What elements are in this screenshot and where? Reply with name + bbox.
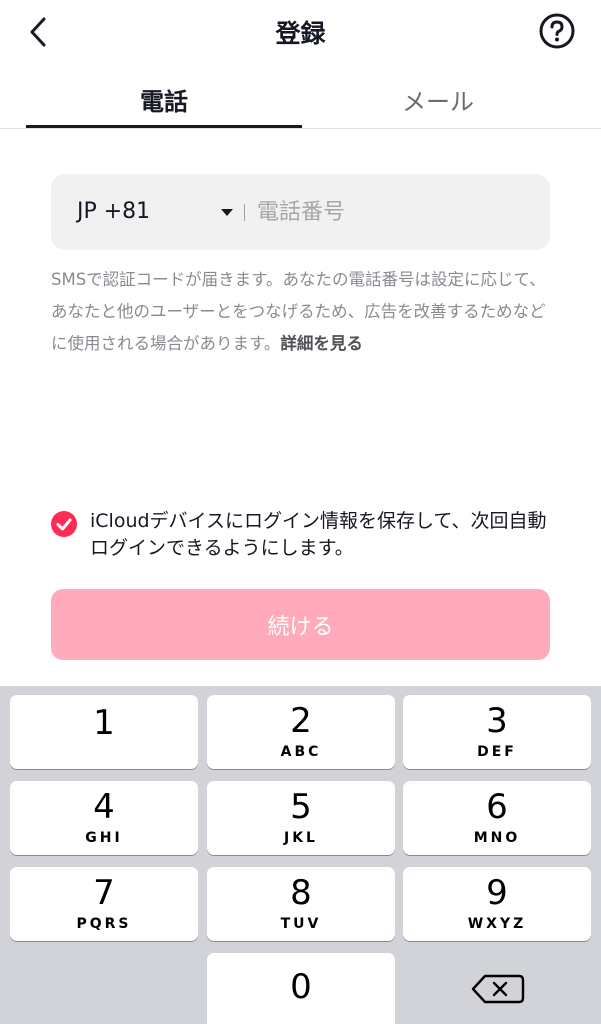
key-6[interactable]: 6 MNO <box>403 781 591 855</box>
header: 登録 <box>0 0 601 62</box>
key-letters: WXYZ <box>467 916 527 932</box>
key-4[interactable]: 4 GHI <box>10 781 198 855</box>
check-icon <box>56 518 72 531</box>
key-digit: 3 <box>486 701 508 741</box>
key-letters: PQRS <box>76 916 132 932</box>
question-circle-icon <box>539 13 575 49</box>
key-3[interactable]: 3 DEF <box>403 695 591 769</box>
key-digit: 2 <box>290 701 312 741</box>
save-login-checkbox[interactable] <box>51 511 77 537</box>
key-digit: 8 <box>290 873 312 913</box>
delete-key[interactable] <box>403 954 591 1024</box>
backspace-icon <box>471 974 525 1004</box>
active-tab-indicator <box>26 125 302 128</box>
sms-notice: SMSで認証コードが届きます。あなたの電話番号は設定に応じて、あなたと他のユーザ… <box>51 264 556 360</box>
country-code-selector[interactable]: JP +81 <box>77 199 150 224</box>
field-divider <box>244 204 245 221</box>
key-2[interactable]: 2 ABC <box>207 695 395 769</box>
key-digit: 6 <box>486 787 508 827</box>
key-9[interactable]: 9 WXYZ <box>403 867 591 941</box>
key-0[interactable]: 0 <box>207 953 395 1024</box>
key-digit: 5 <box>290 787 312 827</box>
signup-method-tabs: 電話 メール <box>0 70 601 129</box>
key-digit: 9 <box>486 873 508 913</box>
key-digit: 4 <box>93 787 115 827</box>
key-7[interactable]: 7 PQRS <box>10 867 198 941</box>
tab-email[interactable]: メール <box>300 82 576 117</box>
key-8[interactable]: 8 TUV <box>207 867 395 941</box>
numeric-keypad: 1 2 ABC 3 DEF 4 GHI 5 JKL 6 MNO 7 PQRS 8… <box>0 686 601 1024</box>
key-letters: TUV <box>280 916 322 932</box>
learn-more-link[interactable]: 詳細を見る <box>280 334 363 353</box>
key-1[interactable]: 1 <box>10 695 198 769</box>
key-letters: ABC <box>280 744 322 760</box>
save-login-option: iCloudデバイスにログイン情報を保存して、次回自動ログインできるようにします… <box>51 508 556 560</box>
tab-phone[interactable]: 電話 <box>26 82 302 117</box>
help-button[interactable] <box>538 12 576 50</box>
page-title: 登録 <box>275 19 326 48</box>
key-letters: DEF <box>477 744 517 760</box>
key-letters: MNO <box>473 830 521 846</box>
key-digit: 7 <box>93 873 115 913</box>
key-letters: GHI <box>85 830 123 846</box>
phone-number-input[interactable] <box>257 192 537 232</box>
phone-field: JP +81 <box>51 174 550 250</box>
key-letters: JKL <box>284 830 318 846</box>
caret-down-icon[interactable] <box>221 209 233 216</box>
continue-button[interactable]: 続ける <box>51 589 550 660</box>
save-login-label: iCloudデバイスにログイン情報を保存して、次回自動ログインできるようにします… <box>90 510 547 559</box>
key-digit: 0 <box>290 967 312 1007</box>
key-digit: 1 <box>93 703 115 743</box>
key-5[interactable]: 5 JKL <box>207 781 395 855</box>
